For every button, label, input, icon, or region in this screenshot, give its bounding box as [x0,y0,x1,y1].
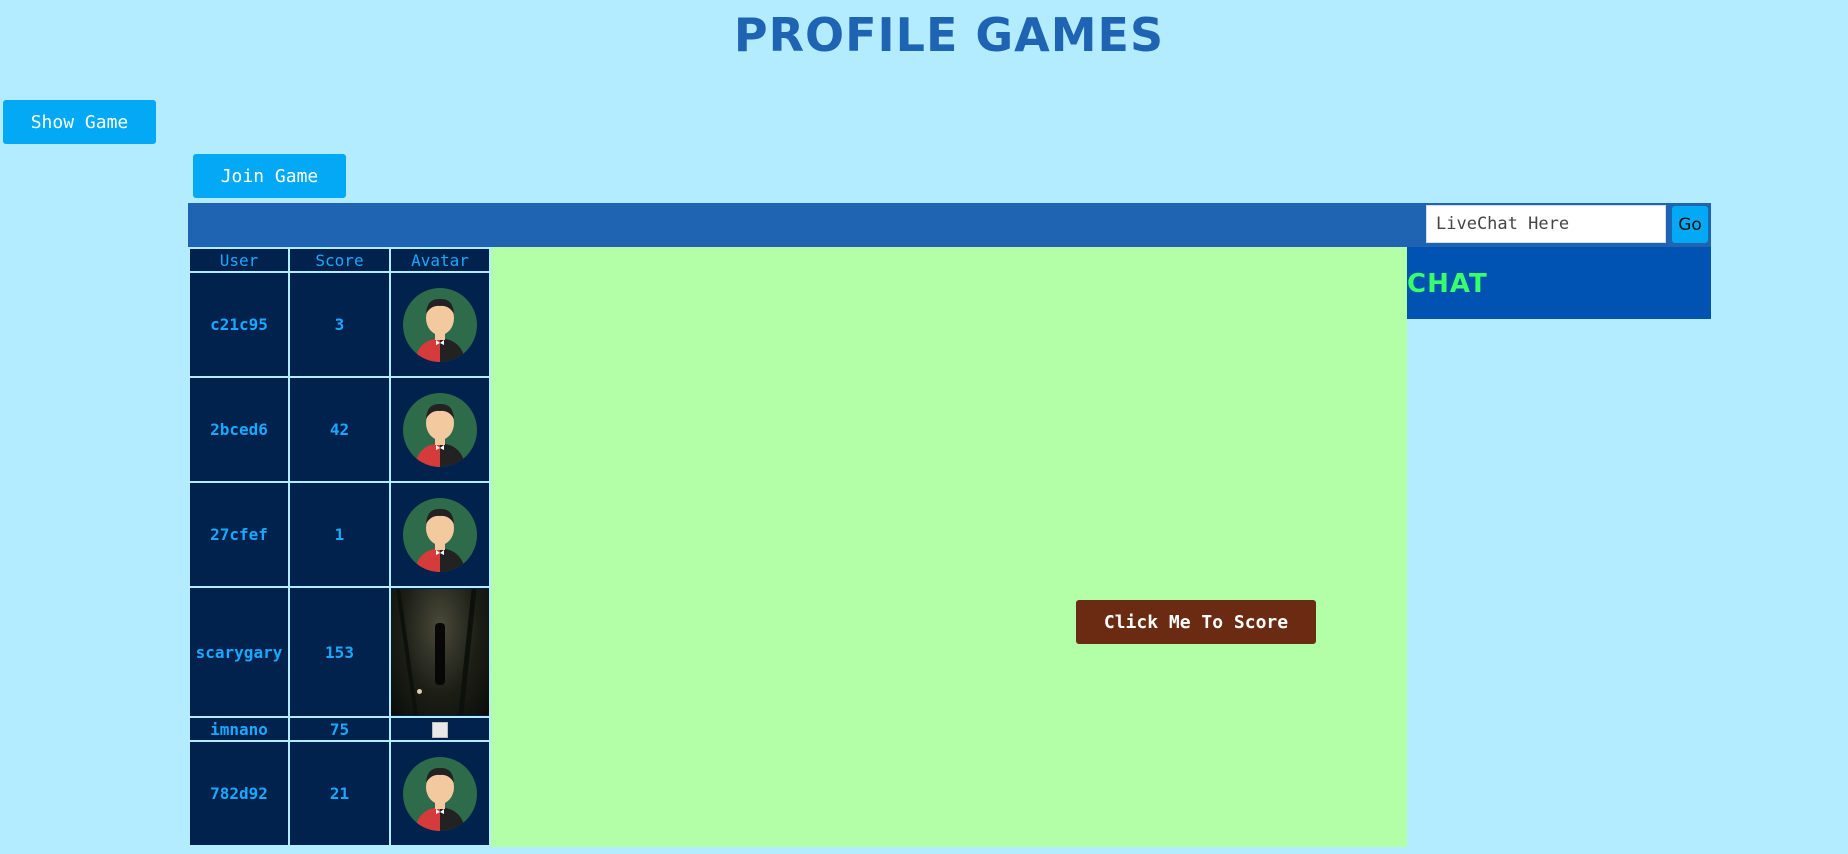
avatar-cell [391,742,489,845]
score-cell: 42 [290,378,389,481]
user-cell: 2bced6 [190,378,288,481]
chat-title: Chat [1407,269,1488,299]
score-cell: 1 [290,483,389,586]
default-avatar-icon [403,392,477,467]
user-cell: 782d92 [190,742,288,845]
score-cell: 3 [290,273,389,376]
game-area[interactable] [490,247,1407,847]
livechat-input[interactable] [1426,205,1666,243]
dark-forest-photo [391,589,489,715]
user-cell: scarygary [190,588,288,716]
user-cell: c21c95 [190,273,288,376]
column-header-score: Score [290,249,389,271]
score-cell: 153 [290,588,389,716]
user-cell: 27cfef [190,483,288,586]
column-header-user: User [190,249,288,271]
score-cell: 21 [290,742,389,845]
default-avatar-icon [403,497,477,572]
avatar-cell [391,483,489,586]
default-avatar-icon [403,287,477,362]
avatar-cell [391,378,489,481]
table-row: 2bced6 42 [190,378,489,481]
user-cell: imnano [190,718,288,740]
table-row: 782d92 21 [190,742,489,845]
page-title: Profile Games [733,8,1165,62]
chat-panel: Chat [1407,247,1711,319]
table-row: c21c95 3 [190,273,489,376]
score-cell: 75 [290,718,389,740]
show-game-button[interactable]: Show Game [3,100,156,144]
table-row: imnano 75 [190,718,489,740]
table-row: 27cfef 1 [190,483,489,586]
avatar-cell [391,718,489,740]
score-button[interactable]: Click Me To Score [1076,600,1316,644]
avatar-cell [391,273,489,376]
default-avatar-icon [403,756,477,831]
avatar-cell [391,588,489,716]
scoreboard-header-row: User Score Avatar [190,249,489,271]
broken-image-icon [432,722,448,738]
join-game-button[interactable]: Join Game [193,154,346,198]
column-header-avatar: Avatar [391,249,489,271]
table-row: scarygary 153 [190,588,489,716]
scoreboard-table: User Score Avatar c21c95 3 2bced6 42 27c… [188,247,491,847]
chat-go-button[interactable]: Go [1672,206,1708,243]
